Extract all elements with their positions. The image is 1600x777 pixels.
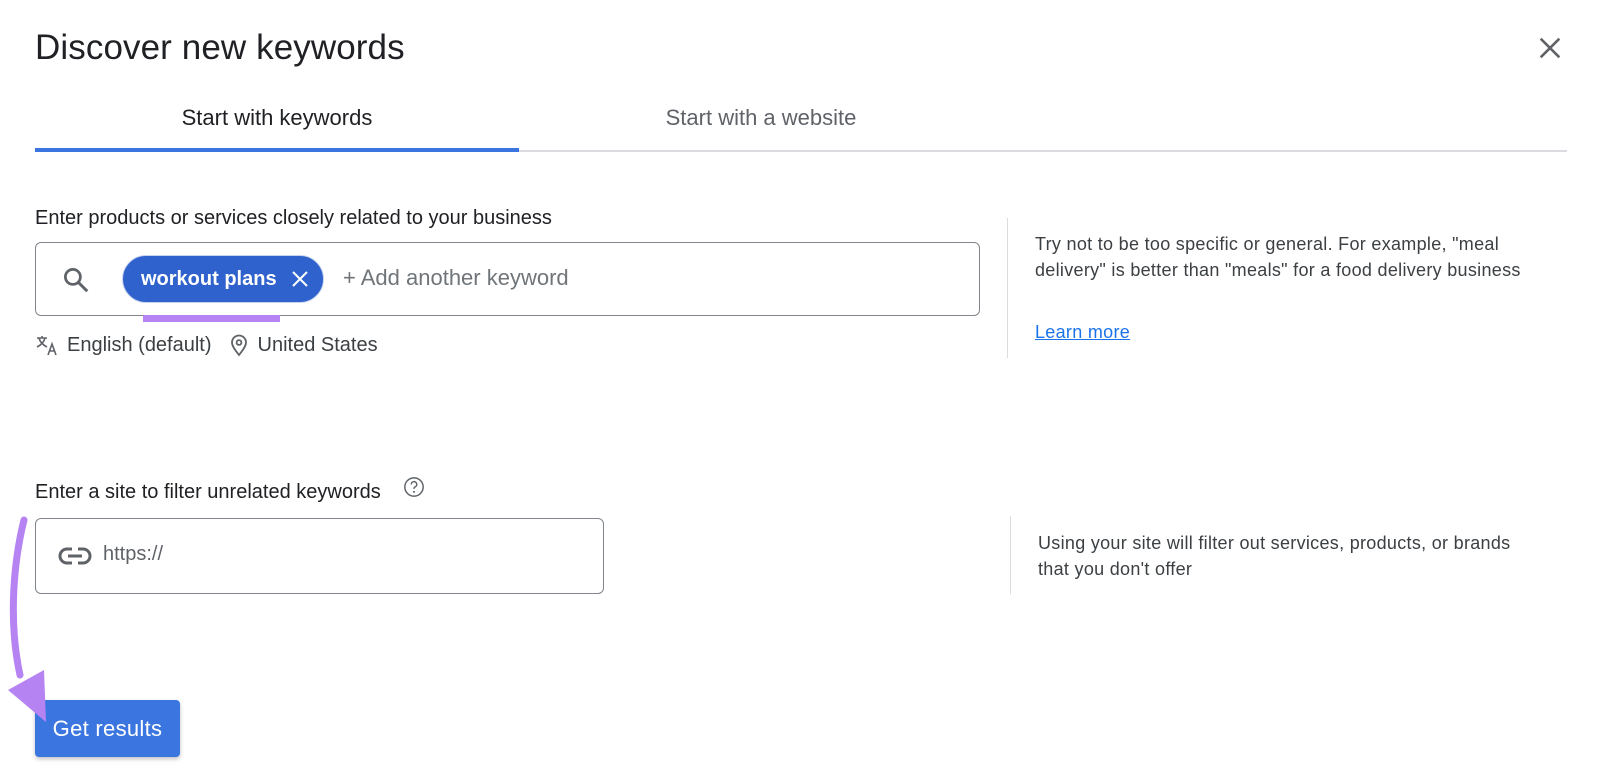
language-label: English (default) (67, 333, 212, 356)
add-keyword-input[interactable] (343, 265, 903, 291)
close-icon[interactable] (291, 270, 309, 288)
keywords-label: Enter products or services closely relat… (35, 207, 552, 229)
site-filter-label: Enter a site to filter unrelated keyword… (35, 481, 381, 503)
language-selector[interactable]: English (default) (35, 333, 212, 357)
tab-start-with-keywords[interactable]: Start with keywords (35, 86, 519, 152)
location-pin-icon (230, 334, 247, 357)
targeting-row: English (default) United States (35, 333, 378, 357)
tab-bar: Start with keywords Start with a website (35, 86, 1567, 152)
keywords-input-box[interactable]: workout plans (35, 242, 980, 316)
divider (1010, 516, 1011, 594)
tab-label: Start with a website (665, 105, 857, 130)
highlight-underline (143, 315, 280, 322)
get-results-button[interactable]: Get results (35, 700, 180, 757)
tab-label: Start with keywords (181, 105, 373, 130)
close-icon[interactable] (1536, 34, 1564, 62)
search-icon (64, 268, 89, 293)
keywords-help-text: Try not to be too specific or general. F… (1035, 234, 1521, 280)
divider (1007, 218, 1008, 358)
dialog-title: Discover new keywords (35, 28, 405, 67)
help-circle-icon[interactable] (403, 476, 425, 498)
location-label: United States (257, 333, 378, 356)
site-input-box[interactable] (35, 518, 604, 594)
learn-more-link[interactable]: Learn more (1035, 322, 1130, 343)
tab-start-with-website[interactable]: Start with a website (519, 86, 1003, 150)
keyword-chip[interactable]: workout plans (122, 255, 324, 303)
location-selector[interactable]: United States (228, 333, 378, 357)
site-help-text: Using your site will filter out services… (1038, 533, 1511, 579)
keyword-chip-label: workout plans (141, 267, 277, 290)
site-url-input[interactable] (103, 543, 573, 566)
translate-icon (36, 336, 57, 356)
link-icon (58, 547, 92, 565)
